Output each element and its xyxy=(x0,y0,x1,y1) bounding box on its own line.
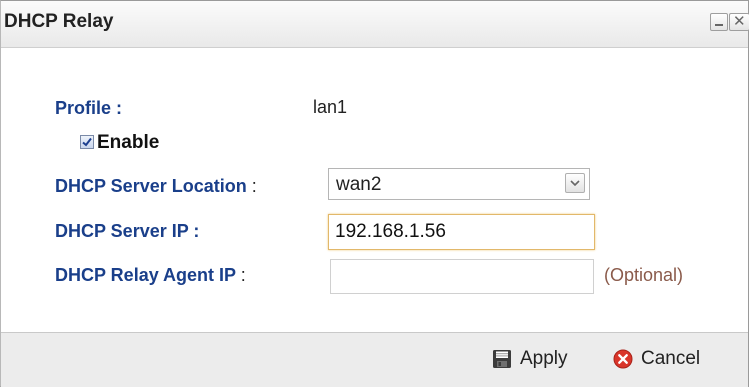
close-icon: ✕ xyxy=(733,13,746,30)
relay-agent-colon: : xyxy=(240,265,246,285)
cancel-icon xyxy=(613,349,633,369)
relay-agent-label: DHCP Relay Agent IP : xyxy=(55,265,246,286)
apply-button[interactable]: Apply xyxy=(492,346,568,372)
relay-agent-input[interactable] xyxy=(330,259,594,294)
enable-checkbox[interactable] xyxy=(80,135,94,149)
cancel-button[interactable]: Cancel xyxy=(613,346,700,372)
chevron-down-icon xyxy=(570,180,580,186)
enable-label[interactable]: Enable xyxy=(97,132,159,154)
profile-label: Profile : xyxy=(55,98,123,118)
dialog-title: DHCP Relay xyxy=(4,11,114,32)
server-ip-input[interactable] xyxy=(328,214,595,250)
title-bar[interactable]: DHCP Relay ✕ xyxy=(1,1,749,48)
server-location-label-text: DHCP Server Location xyxy=(55,176,247,196)
server-location-select[interactable]: wan2 xyxy=(328,168,590,200)
cancel-label: Cancel xyxy=(641,348,701,369)
relay-agent-label-text: DHCP Relay Agent IP xyxy=(55,265,236,285)
minimize-button[interactable] xyxy=(710,13,728,31)
server-location-colon: : xyxy=(251,176,257,196)
dhcp-relay-dialog: DHCP Relay ✕ Profile : lan1 Enable DHCP … xyxy=(0,0,749,387)
server-location-label: DHCP Server Location : xyxy=(55,176,257,197)
server-ip-label: DHCP Server IP : xyxy=(55,221,200,241)
server-location-selected-value: wan2 xyxy=(336,174,382,195)
minimize-icon xyxy=(715,24,723,26)
optional-hint: (Optional) xyxy=(604,265,684,285)
dialog-footer: Apply Cancel xyxy=(1,332,748,387)
checkmark-icon xyxy=(82,137,92,147)
profile-value: lan1 xyxy=(313,97,348,117)
dropdown-button[interactable] xyxy=(565,173,585,193)
apply-label: Apply xyxy=(520,348,568,369)
save-icon xyxy=(492,349,512,369)
close-button[interactable]: ✕ xyxy=(729,13,749,31)
